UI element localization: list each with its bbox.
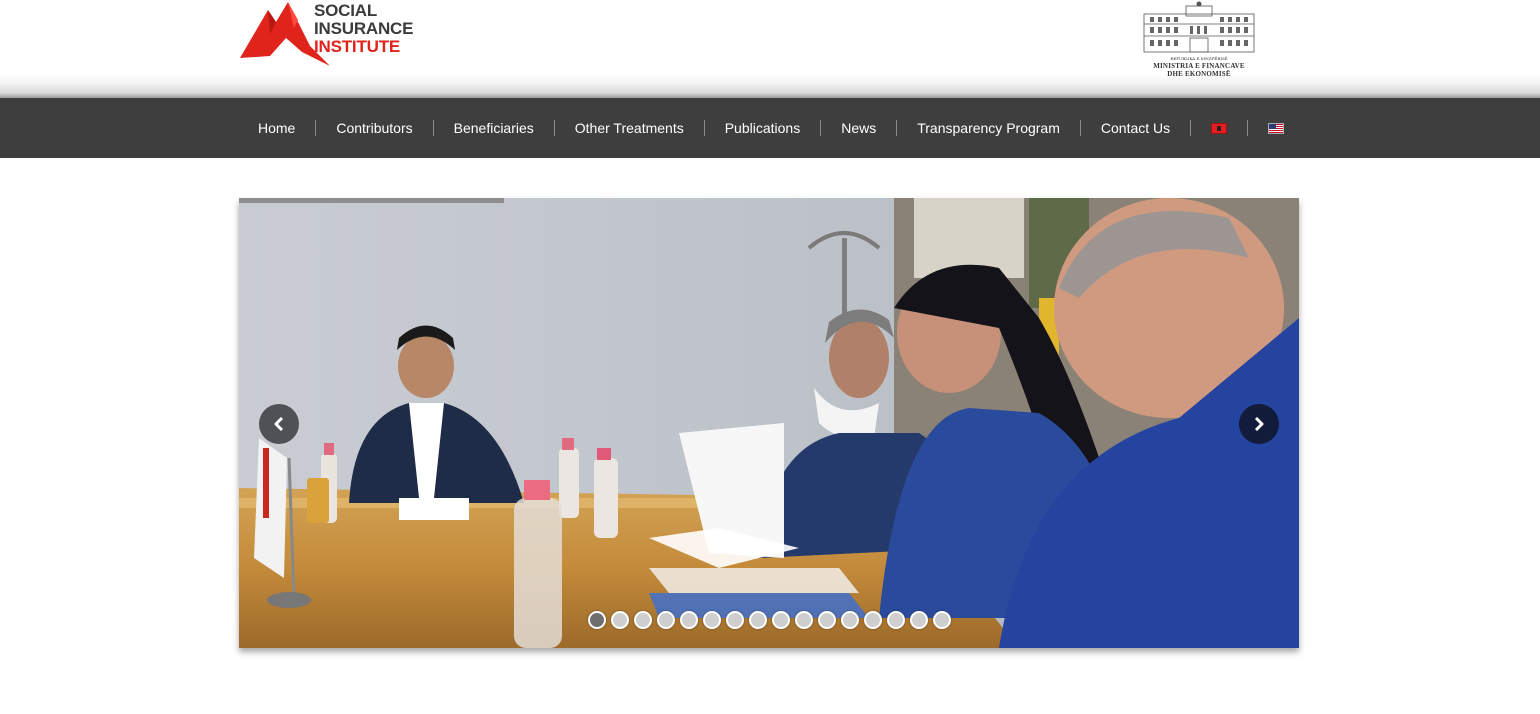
- chevron-left-icon: [274, 417, 284, 431]
- slider-dot[interactable]: [818, 611, 836, 629]
- nav-item-home[interactable]: Home: [238, 98, 315, 158]
- nav-item-news[interactable]: News: [821, 98, 896, 158]
- nav-menu: Home Contributors Beneficiaries Other Tr…: [238, 98, 1304, 158]
- slider-dot[interactable]: [910, 611, 928, 629]
- slider-dot[interactable]: [841, 611, 859, 629]
- ministry-building-icon: [1143, 1, 1255, 53]
- slider-pagination: [588, 611, 951, 629]
- slider-dot[interactable]: [933, 611, 951, 629]
- slider-progress-bar: [239, 198, 504, 203]
- ministry-name-line2: DHE EKONOMISË: [1167, 70, 1231, 78]
- slide-photo: [239, 198, 1299, 648]
- nav-divider: [1190, 120, 1192, 136]
- logo-text: SOCIAL INSURANCE INSTITUTE: [314, 2, 413, 56]
- ministry-country: REPUBLIKA E SHQIPËRISË: [1170, 56, 1228, 61]
- slider-dot[interactable]: [772, 611, 790, 629]
- image-slider[interactable]: [239, 198, 1299, 648]
- slider-dot[interactable]: [864, 611, 882, 629]
- site-logo[interactable]: SOCIAL INSURANCE INSTITUTE: [240, 0, 440, 70]
- slider-dot[interactable]: [703, 611, 721, 629]
- logo-line-social: SOCIAL: [314, 1, 378, 20]
- nav-item-beneficiaries[interactable]: Beneficiaries: [434, 98, 554, 158]
- us-flag-icon[interactable]: [1268, 122, 1285, 134]
- slider-next-button[interactable]: [1239, 404, 1279, 444]
- slider-dot[interactable]: [611, 611, 629, 629]
- slider-dot[interactable]: [657, 611, 675, 629]
- slider-dot[interactable]: [887, 611, 905, 629]
- main-navigation: Home Contributors Beneficiaries Other Tr…: [0, 98, 1540, 158]
- slider-dot[interactable]: [634, 611, 652, 629]
- chevron-right-icon: [1254, 417, 1264, 431]
- ministry-logo[interactable]: REPUBLIKA E SHQIPËRISË MINISTRIA E FINAN…: [1140, 0, 1258, 80]
- nav-item-contributors[interactable]: Contributors: [316, 98, 432, 158]
- slider-dot[interactable]: [726, 611, 744, 629]
- nav-item-other-treatments[interactable]: Other Treatments: [555, 98, 704, 158]
- site-header: SOCIAL INSURANCE INSTITUTE REPUBLIKA E S…: [0, 0, 1540, 98]
- slider-dot[interactable]: [749, 611, 767, 629]
- nav-divider: [1247, 120, 1249, 136]
- slider-prev-button[interactable]: [259, 404, 299, 444]
- nav-item-contact-us[interactable]: Contact Us: [1081, 98, 1190, 158]
- albanian-flag-icon[interactable]: [1211, 122, 1228, 134]
- logo-line-institute: INSTITUTE: [314, 37, 401, 56]
- slider-dot[interactable]: [680, 611, 698, 629]
- logo-line-insurance: INSURANCE: [314, 19, 414, 38]
- nav-item-transparency-program[interactable]: Transparency Program: [897, 98, 1080, 158]
- nav-item-publications[interactable]: Publications: [705, 98, 821, 158]
- ministry-name: MINISTRIA E FINANCAVE DHE EKONOMISË: [1140, 62, 1258, 78]
- slider-dot[interactable]: [588, 611, 606, 629]
- slider-dot[interactable]: [795, 611, 813, 629]
- ministry-name-line1: MINISTRIA E FINANCAVE: [1153, 62, 1245, 70]
